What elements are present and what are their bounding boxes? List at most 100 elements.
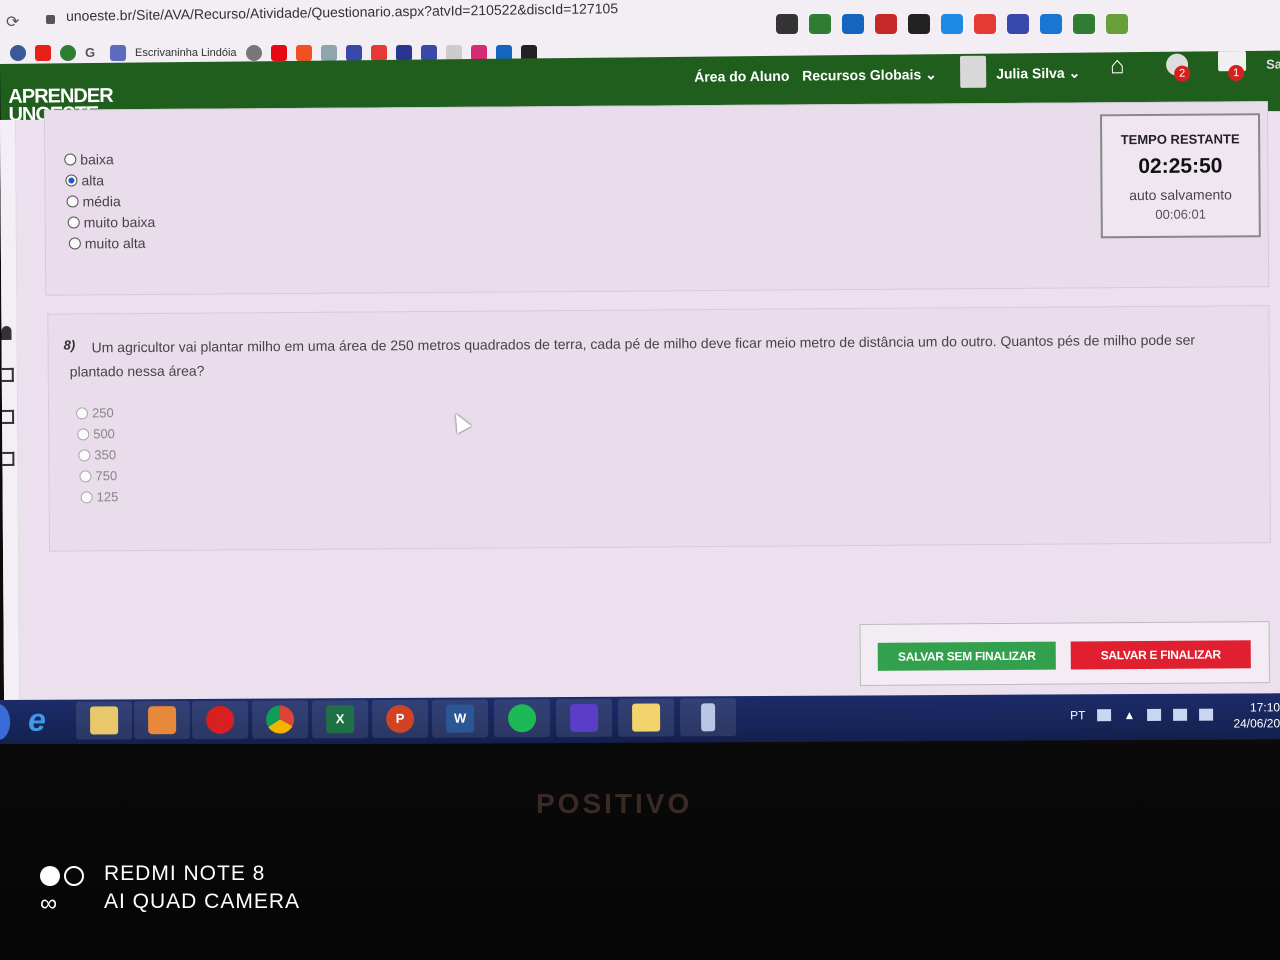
google-icon[interactable]: G xyxy=(85,45,101,61)
bookmark-label[interactable]: Escrivaninha Lindóia xyxy=(135,47,237,59)
option-muito-alta[interactable]: muito alta xyxy=(68,235,146,252)
bookmark-icon[interactable] xyxy=(320,45,337,61)
extension-icon[interactable] xyxy=(908,14,930,34)
option-label: 500 xyxy=(93,426,115,442)
network-icon[interactable] xyxy=(1173,708,1188,721)
game-icon xyxy=(570,703,599,733)
reload-icon[interactable]: ⟳ xyxy=(6,12,19,32)
nav-area-do-aluno[interactable]: Área do Aluno xyxy=(694,68,789,85)
notifications-icon[interactable]: 2 xyxy=(1165,53,1191,82)
lens-dot xyxy=(40,866,60,886)
nav-recursos-globais[interactable]: Recursos Globais ⌄ xyxy=(802,66,937,84)
radio-button[interactable] xyxy=(68,237,81,250)
taskbar-app-game[interactable] xyxy=(556,698,613,738)
bookmark-icon[interactable] xyxy=(370,45,387,61)
radio-button-selected[interactable] xyxy=(65,174,78,187)
option-media[interactable]: média xyxy=(66,193,121,210)
radio-button[interactable] xyxy=(66,195,79,208)
flag-icon[interactable] xyxy=(1147,708,1162,721)
option-750[interactable]: 750 xyxy=(79,468,117,483)
user-icon[interactable] xyxy=(1,325,12,340)
taskbar-app-device[interactable] xyxy=(680,698,737,737)
watermark-line1: REDMI NOTE 8 xyxy=(104,862,266,885)
url-text[interactable]: unoeste.br/Site/AVA/Recurso/Atividade/Qu… xyxy=(66,0,618,24)
option-alta[interactable]: alta xyxy=(65,172,104,188)
language-indicator[interactable]: PT xyxy=(1070,708,1085,722)
autosave-value: 00:06:01 xyxy=(1155,206,1207,222)
taskbar-app-word[interactable]: W xyxy=(432,699,489,738)
bookmark-icon[interactable] xyxy=(395,45,412,61)
extension-icon[interactable] xyxy=(941,14,963,34)
option-125[interactable]: 125 xyxy=(80,489,118,504)
save-without-finish-button[interactable]: SALVAR SEM FINALIZAR xyxy=(877,641,1056,671)
extension-icon[interactable] xyxy=(1106,14,1128,34)
facebook-icon[interactable] xyxy=(10,45,26,61)
document-icon[interactable] xyxy=(2,409,15,424)
radio-button[interactable] xyxy=(76,406,89,419)
clipboard-icon[interactable] xyxy=(1,367,14,382)
radio-button[interactable] xyxy=(78,448,91,461)
autosave-label: auto salvamento xyxy=(1129,186,1232,204)
taskbar-app-spotify[interactable] xyxy=(494,699,551,738)
extension-icon[interactable] xyxy=(974,14,996,34)
lock-icon xyxy=(46,15,55,24)
option-label: 750 xyxy=(95,468,118,484)
bookmark-icon[interactable] xyxy=(110,45,126,61)
avatar[interactable] xyxy=(959,55,987,88)
option-label: média xyxy=(82,193,121,210)
radio-button[interactable] xyxy=(79,469,92,482)
tray-expand-icon[interactable]: ▲ xyxy=(1123,708,1135,722)
radio-button[interactable] xyxy=(80,490,93,503)
extension-icon[interactable] xyxy=(875,14,897,34)
extension-icon[interactable] xyxy=(1007,14,1029,34)
microsoft-icon[interactable] xyxy=(295,45,312,61)
app-icon xyxy=(206,705,235,734)
folder-icon xyxy=(90,706,119,735)
save-and-finish-button[interactable]: SALVAR E FINALIZAR xyxy=(1070,640,1251,670)
option-label: 350 xyxy=(94,447,117,463)
extension-icon[interactable] xyxy=(809,14,831,34)
option-label: muito baixa xyxy=(83,213,156,231)
mail-icon[interactable]: 1 xyxy=(1217,50,1247,82)
bookmark-icon[interactable] xyxy=(60,45,76,61)
header-cut-text[interactable]: Sa xyxy=(1266,57,1280,72)
radio-button[interactable] xyxy=(67,216,80,229)
infinity-icon: ∞ xyxy=(40,890,58,917)
home-icon[interactable]: ⌂ xyxy=(1110,52,1125,80)
powerpoint-icon: P xyxy=(386,704,415,733)
extension-icon[interactable] xyxy=(842,14,864,34)
taskbar-app-explorer[interactable] xyxy=(76,701,133,740)
internet-explorer-icon[interactable]: e xyxy=(28,702,46,739)
volume-icon[interactable] xyxy=(1199,708,1214,721)
notes-icon xyxy=(632,703,661,732)
radio-button[interactable] xyxy=(77,427,90,440)
bookmark-icon[interactable] xyxy=(345,45,362,61)
start-button[interactable] xyxy=(0,703,11,741)
option-250[interactable]: 250 xyxy=(76,405,114,420)
taskbar-app-red[interactable] xyxy=(192,700,249,739)
option-350[interactable]: 350 xyxy=(78,447,116,462)
user-menu[interactable]: Julia Silva ⌄ xyxy=(996,65,1080,83)
taskbar-app-media[interactable] xyxy=(134,701,191,740)
extension-icon[interactable] xyxy=(1073,14,1095,34)
page-body: baixa alta média muito baixa muito alta … xyxy=(0,101,1280,708)
clock-date: 24/06/20 xyxy=(1233,716,1280,731)
list-icon[interactable] xyxy=(2,451,15,466)
taskbar-app-notes[interactable] xyxy=(618,698,675,737)
taskbar-app-powerpoint[interactable]: P xyxy=(372,699,429,739)
netflix-icon[interactable] xyxy=(270,45,287,61)
youtube-icon[interactable] xyxy=(35,45,51,61)
monitor-bezel: POSITIVO ∞ REDMI NOTE 8 AI QUAD CAMERA xyxy=(0,744,1280,960)
option-muito-baixa[interactable]: muito baixa xyxy=(67,213,156,231)
taskbar-clock[interactable]: 17:10 24/06/20 xyxy=(1222,699,1280,731)
extension-icon[interactable] xyxy=(1040,14,1062,34)
option-baixa[interactable]: baixa xyxy=(64,151,114,167)
action-bar: SALVAR SEM FINALIZAR SALVAR E FINALIZAR xyxy=(859,621,1270,687)
extension-icon[interactable] xyxy=(776,14,798,34)
taskbar-app-excel[interactable]: X xyxy=(312,700,369,739)
option-500[interactable]: 500 xyxy=(77,426,115,441)
radio-button[interactable] xyxy=(64,153,77,166)
keyboard-icon[interactable] xyxy=(1097,709,1112,722)
taskbar-app-chrome[interactable] xyxy=(252,700,309,739)
bookmark-icon[interactable] xyxy=(245,45,262,61)
